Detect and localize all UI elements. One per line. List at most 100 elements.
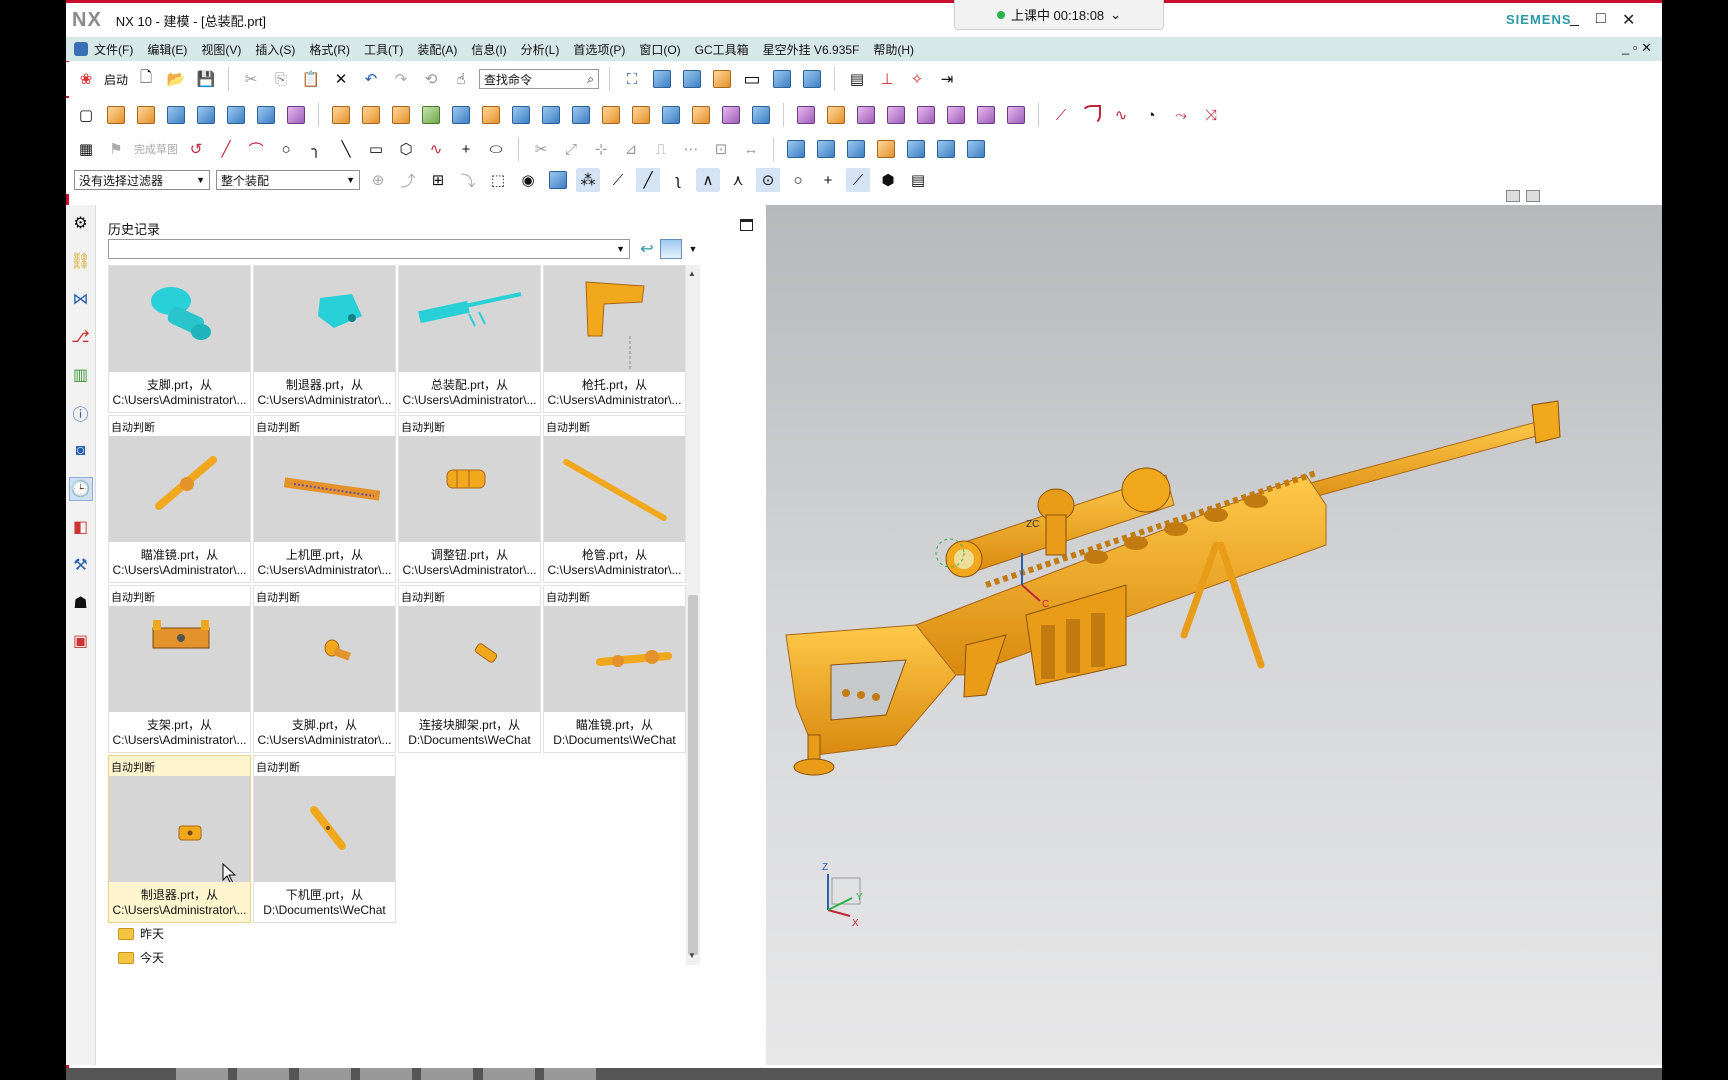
delete-face-icon[interactable] [854,103,878,127]
history-filter-select[interactable]: ▼ [108,239,630,259]
history-tile[interactable]: 自动判断 支脚.prt，从 C:\Users\Administrator\... [253,585,396,753]
scroll-down-icon[interactable]: ▼ [688,951,696,960]
menu-file[interactable]: 文件(F) [94,41,133,58]
finish-sketch-icon[interactable]: ⚑ [104,137,128,161]
history-tile-selected[interactable]: 自动判断 制退器.prt，从 C:\Users\Administrator\..… [108,755,251,923]
graphics-viewport[interactable]: ZC C Z X Y [766,205,1662,1065]
revolve-icon[interactable] [134,103,158,127]
system-scenes-icon[interactable]: ▣ [69,629,93,653]
snap-arc-center-icon[interactable]: ∧ [696,168,720,192]
document-window-controls[interactable]: _ ▫ ✕ [1622,40,1652,56]
cylinder-icon[interactable] [254,103,278,127]
history-scrollbar[interactable]: ▲ ▼ [686,265,700,965]
offset-curve-icon[interactable]: ⤨ [1199,103,1223,127]
chevron-down-icon[interactable]: ▼ [196,175,205,185]
chamfer-icon[interactable] [539,103,563,127]
clip-section-icon[interactable] [770,67,794,91]
fullscreen-icon[interactable] [1526,190,1540,202]
snap-control-point-icon[interactable]: ╱ [636,168,660,192]
save-icon[interactable]: 💾 [194,67,218,91]
menu-edit[interactable]: 编辑(E) [147,41,187,58]
new-file-icon[interactable]: 🗋 [134,67,158,91]
sync-modeling-icon[interactable] [794,103,818,127]
rectangle-select-icon[interactable]: ⬚ [486,168,510,192]
taskbar-item[interactable] [298,1068,351,1080]
arc-icon[interactable] [1079,103,1103,127]
undo-icon[interactable]: ↶ [359,67,383,91]
layer-icon[interactable] [800,67,824,91]
history-tile[interactable]: 制退器.prt，从 C:\Users\Administrator\... [253,265,396,413]
replace-face-icon[interactable] [824,103,848,127]
helix-icon[interactable]: ◔ [1139,103,1163,127]
hole-icon[interactable] [164,103,188,127]
studio-spline-icon[interactable]: ∿ [1109,103,1133,127]
selection-scope-select[interactable]: 整个装配 ▼ [216,170,360,190]
offset-face-icon[interactable] [689,103,713,127]
rectangle-icon[interactable]: ▭ [364,137,388,161]
fillet-icon[interactable]: ╮ [304,137,328,161]
sketch-line-icon[interactable]: ╱ [214,137,238,161]
snap-quadrant-icon[interactable]: ⋏ [726,168,750,192]
resize-face-icon[interactable] [884,103,908,127]
open-folder-icon[interactable]: 📂 [164,67,188,91]
geometric-constraint-icon[interactable]: ⊡ [709,137,733,161]
web-browser-icon[interactable]: ◙ [69,439,93,463]
scroll-up-icon[interactable]: ▲ [688,269,696,278]
pattern-icon[interactable] [389,103,413,127]
point-icon[interactable]: + [454,137,478,161]
hd3d-tools-icon[interactable]: ⓘ [69,401,93,425]
finish-sketch-label[interactable]: 完成草图 [134,141,178,157]
fit-view-icon[interactable]: ⛶ [620,67,644,91]
search-icon[interactable]: ⌕ [587,72,594,87]
copy-icon[interactable]: ⎘ [269,67,293,91]
history-tile[interactable]: 自动判断 连接块脚架.prt，从 D:\Documents\WeChat [398,585,541,753]
command-search-input[interactable]: 查找命令 ⌕ [479,69,600,89]
sketch-icon[interactable]: ▢ [74,103,98,127]
app-menu-icon[interactable] [74,42,88,56]
mirror-face-icon[interactable] [974,103,998,127]
general-selection-icon[interactable]: ⊕ [366,168,390,192]
menu-analysis[interactable]: 分析(L) [521,41,560,58]
snap-pole-icon[interactable]: ⬢ [876,168,900,192]
history-tile[interactable]: 自动判断 枪管.prt，从 C:\Users\Administrator\... [543,415,686,583]
table-icon[interactable]: ▤ [845,67,869,91]
offset-sketch-icon[interactable]: ⊿ [619,137,643,161]
menu-gc-toolbox[interactable]: GC工具箱 [695,41,749,58]
background-icon[interactable]: ▭ [740,67,764,91]
delete-icon[interactable]: ✕ [329,67,353,91]
block-icon[interactable] [224,103,248,127]
process-studio-icon[interactable]: ⚒ [69,553,93,577]
polygon-icon[interactable]: ⬡ [394,137,418,161]
menu-preferences[interactable]: 首选项(P) [573,41,625,58]
reuse-library-icon[interactable]: ▥ [69,363,93,387]
project-curve-icon[interactable]: ⤳ [1169,103,1193,127]
chevron-down-icon[interactable]: ▼ [682,239,704,259]
feature-selection-icon[interactable]: ⤴ [396,168,420,192]
start-icon[interactable]: ❀ [74,67,98,91]
render-style-icon[interactable] [680,67,704,91]
chevron-down-icon[interactable]: ▼ [616,244,625,254]
touch-mode-icon[interactable]: ☝ [449,67,473,91]
history-tile[interactable]: 自动判断 瞄准镜.prt，从 C:\Users\Administrator\..… [108,415,251,583]
sketch-task-icon[interactable]: ▦ [74,137,98,161]
spline-icon[interactable]: ∿ [424,137,448,161]
history-tile[interactable]: 自动判断 上机匣.prt，从 C:\Users\Administrator\..… [253,415,396,583]
menu-window[interactable]: 窗口(O) [639,41,680,58]
minimize-button[interactable]: _ [1570,10,1579,28]
sew-icon[interactable] [934,137,958,161]
taskbar-item[interactable] [482,1068,535,1080]
snap-bounded-icon[interactable]: ⟋ [846,168,870,192]
quick-extend-icon[interactable]: ⤢ [559,137,583,161]
history-tile[interactable]: 枪托.prt，从 C:\Users\Administrator\... [543,265,686,413]
copy-face-icon[interactable] [1004,103,1028,127]
menu-format[interactable]: 格式(R) [309,41,350,58]
history-tile[interactable]: 总装配.prt，从 C:\Users\Administrator\... [398,265,541,413]
sketch-arc-icon[interactable]: ⌒ [244,137,268,161]
history-clock-icon[interactable]: 🕒 [68,477,93,501]
extract-geometry-icon[interactable] [964,137,988,161]
body-select-icon[interactable] [546,168,570,192]
surface-through-curves-icon[interactable] [784,137,808,161]
bounded-plane-icon[interactable] [904,137,928,161]
split-body-icon[interactable] [659,103,683,127]
unite-icon[interactable] [419,103,443,127]
